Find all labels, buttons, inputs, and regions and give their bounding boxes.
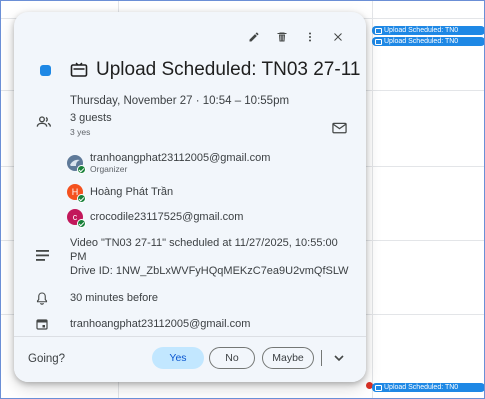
screenshot-border [0,0,485,399]
